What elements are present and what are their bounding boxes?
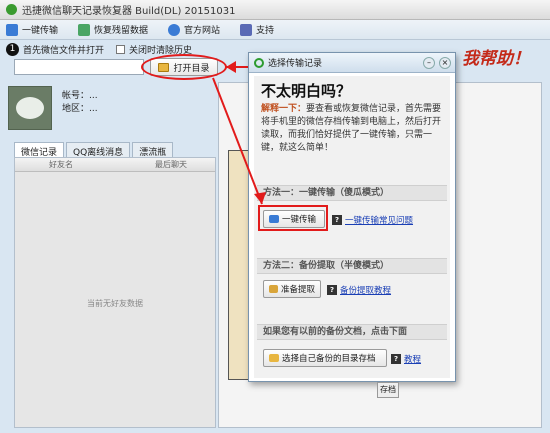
toolbar-support[interactable]: 支持 xyxy=(240,23,274,36)
method2-tutorial-link[interactable]: ? 备份提取教程 xyxy=(327,284,391,296)
highlight-ellipse xyxy=(141,54,227,80)
method3-header: 如果您有以前的备份文档，点击下面 xyxy=(257,324,447,340)
profile-panel: 帐号：... 地区：... xyxy=(6,82,216,138)
method2-header: 方法二：备份提取（半傻模式） xyxy=(257,258,447,274)
method1-faq-link[interactable]: ? 一键传输常见问题 xyxy=(332,214,413,226)
col-friend-name[interactable]: 好友名 xyxy=(49,159,73,171)
highlight-box xyxy=(258,205,328,231)
app-logo-icon xyxy=(6,4,17,15)
method3-tutorial-label: 教程 xyxy=(404,355,422,365)
transfer-icon xyxy=(6,23,18,36)
archive-button-fragment[interactable]: 存档 xyxy=(377,382,399,398)
close-icon[interactable]: × xyxy=(439,57,451,69)
extract-icon xyxy=(269,285,278,293)
clear-history-checkbox[interactable] xyxy=(116,44,126,54)
toolbar-transfer[interactable]: 一键传输 xyxy=(6,23,58,36)
col-last-chat[interactable]: 最后聊天 xyxy=(155,159,187,171)
method3-tutorial-link[interactable]: ? 教程 xyxy=(391,353,421,365)
help-icon: ? xyxy=(391,354,401,364)
toolbar-website[interactable]: 官方网站 xyxy=(168,23,220,36)
select-backup-dir-label: 选择自己备份的目录存档 xyxy=(282,354,376,364)
restore-icon xyxy=(78,23,91,36)
support-icon xyxy=(240,23,253,36)
step-badge: 1 xyxy=(6,42,19,56)
toolbar-restore-label: 恢复残留数据 xyxy=(94,26,149,36)
globe-icon xyxy=(168,23,181,36)
prepare-extract-label: 准备提取 xyxy=(280,285,315,295)
folder-icon xyxy=(269,354,279,362)
account-info: 帐号：... 地区：... xyxy=(62,90,98,116)
dialog-explanation: 解释一下：要查看或恢复微信记录，首先需要将手机里的微信存档传输到电脑上，然后打开… xyxy=(261,103,445,155)
dialog-title: 选择传输记录 xyxy=(268,59,323,69)
minimize-icon[interactable]: – xyxy=(423,57,435,69)
region-label: 地区：... xyxy=(62,104,98,114)
title-bar: 迅捷微信聊天记录恢复器 Build(DL) 20151031 xyxy=(0,0,550,20)
help-icon: ? xyxy=(332,215,342,225)
method1-faq-label: 一键传输常见问题 xyxy=(345,216,414,226)
toolbar-transfer-label: 一键传输 xyxy=(22,26,59,36)
help-icon: ? xyxy=(327,285,337,295)
toolbar-restore[interactable]: 恢复残留数据 xyxy=(78,23,148,36)
window-title: 迅捷微信聊天记录恢复器 Build(DL) 20151031 xyxy=(22,6,236,17)
wechat-logo-icon xyxy=(16,97,44,119)
friend-list-header: 好友名 最后聊天 xyxy=(15,158,215,172)
prepare-extract-button[interactable]: 准备提取 xyxy=(263,280,321,298)
empty-list-message: 当前无好友数据 xyxy=(87,299,143,308)
toolbar-website-label: 官方网站 xyxy=(184,26,221,36)
explanation-lead: 解释一下： xyxy=(261,104,307,114)
friend-list[interactable]: 好友名 最后聊天 当前无好友数据 xyxy=(14,157,216,428)
select-backup-dir-button[interactable]: 选择自己备份的目录存档 xyxy=(263,349,387,367)
account-label: 帐号：... xyxy=(62,91,98,101)
path-input[interactable] xyxy=(14,59,144,75)
open-on-start-label: 首先微信文件并打开 xyxy=(23,45,105,56)
help-banner-text: 我帮助！ xyxy=(462,49,530,69)
toolbar: 一键传输 恢复残留数据 官方网站 支持 xyxy=(0,20,550,40)
avatar xyxy=(8,86,52,130)
dialog-logo-icon xyxy=(254,57,264,68)
toolbar-support-label: 支持 xyxy=(256,26,275,36)
options-row: 1 首先微信文件并打开 关闭时清除历史 xyxy=(6,42,192,56)
method2-tutorial-label: 备份提取教程 xyxy=(340,286,392,296)
method1-header: 方法一：一键传输（傻瓜模式） xyxy=(257,185,447,201)
dialog-question: 不太明白吗？ xyxy=(261,82,352,100)
